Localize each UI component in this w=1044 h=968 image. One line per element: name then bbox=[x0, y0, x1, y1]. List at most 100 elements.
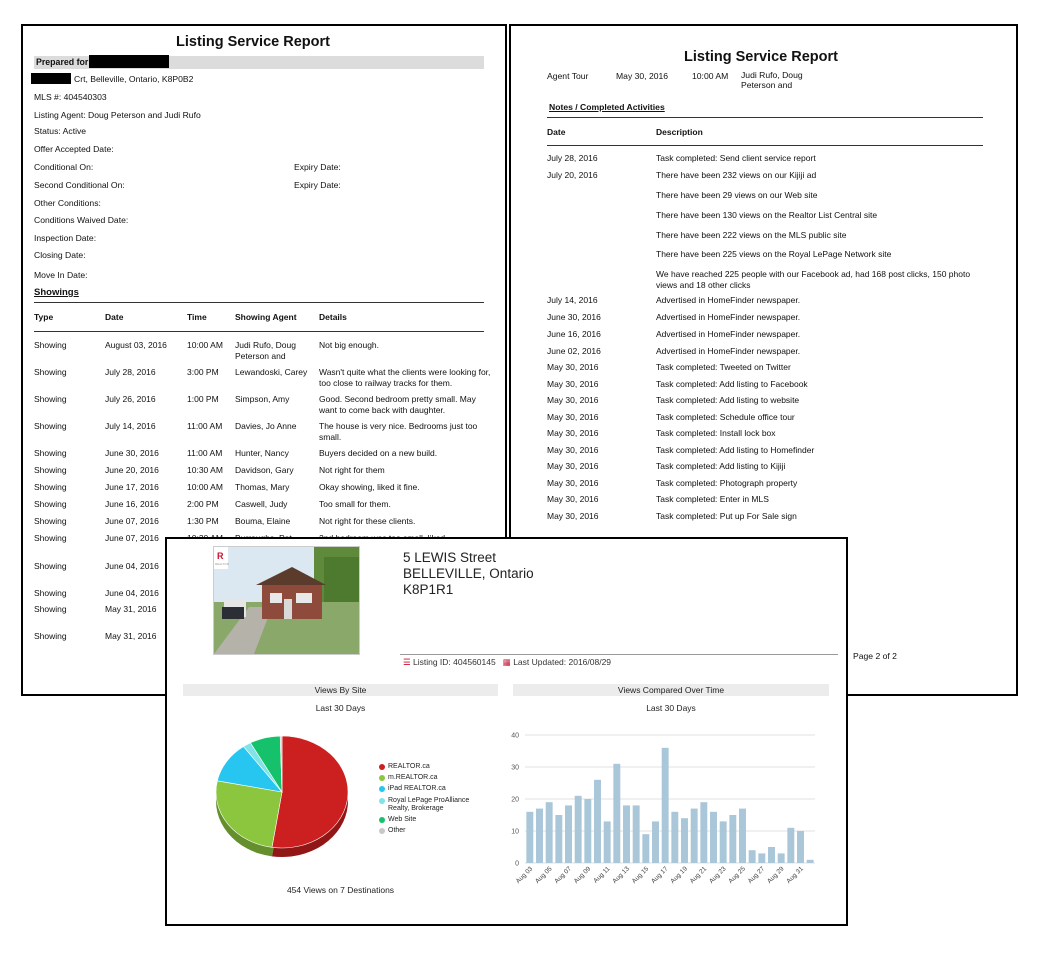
listing-agent: Listing Agent: Doug Peterson and Judi Ru… bbox=[34, 110, 201, 120]
cell-date: June 02, 2016 bbox=[547, 346, 601, 356]
cell-date: July 26, 2016 bbox=[105, 394, 156, 404]
property-photo: R REALTOR bbox=[213, 546, 360, 655]
legend-label: iPad REALTOR.ca bbox=[388, 785, 446, 792]
x-tick-label: Aug 21 bbox=[689, 865, 709, 885]
chart-footer: 454 Views on 7 Destinations bbox=[286, 885, 395, 895]
bar bbox=[613, 763, 621, 863]
redaction-bar bbox=[89, 55, 169, 68]
cell-agent: Hunter, Nancy bbox=[235, 448, 289, 458]
cell-date: May 30, 2016 bbox=[547, 412, 599, 422]
cell-type: Showing bbox=[34, 499, 67, 509]
x-tick-label: Aug 27 bbox=[747, 865, 767, 885]
bar bbox=[536, 808, 543, 863]
bar bbox=[748, 850, 756, 863]
legend-label: Royal LePage ProAlliance Realty, Brokera… bbox=[388, 797, 470, 812]
cell-date: June 07, 2016 bbox=[105, 533, 159, 543]
bar bbox=[787, 827, 795, 863]
listing-postal: K8P1R1 bbox=[403, 582, 454, 597]
cell-details: Wasn't quite what the clients were looki… bbox=[319, 367, 491, 388]
bar bbox=[584, 799, 592, 863]
bar bbox=[642, 834, 650, 863]
x-tick-label: Aug 11 bbox=[592, 865, 611, 884]
cell-description: There have been 225 views on the Royal L… bbox=[656, 249, 892, 259]
cell-date: August 03, 2016 bbox=[105, 340, 167, 350]
listing-street: 5 LEWIS Street bbox=[403, 550, 497, 565]
legend-item: Web Site bbox=[379, 816, 478, 824]
bar bbox=[555, 815, 563, 863]
cell-type: Showing bbox=[34, 448, 67, 458]
cell-date: June 04, 2016 bbox=[105, 561, 159, 571]
chart-title: Views By Site bbox=[183, 684, 498, 696]
cell-date: June 20, 2016 bbox=[105, 465, 159, 475]
legend-swatch bbox=[379, 764, 385, 770]
cell-type: Showing bbox=[34, 394, 67, 404]
cell-description: Task completed: Install lock box bbox=[656, 428, 776, 438]
legend-item: Royal LePage ProAlliance Realty, Brokera… bbox=[379, 797, 478, 813]
listing-summary-page: R REALTOR 5 LEWIS Street BELLEVILLE, Ont… bbox=[165, 537, 848, 926]
cell-date: June 04, 2016 bbox=[105, 588, 159, 598]
legend-swatch bbox=[379, 786, 385, 792]
report-title: Listing Service Report bbox=[684, 49, 838, 65]
cell-date: June 17, 2016 bbox=[105, 482, 159, 492]
cell-description: Task completed: Photograph property bbox=[656, 478, 798, 488]
x-tick-label: Aug 09 bbox=[573, 865, 593, 885]
x-tick-label: Aug 13 bbox=[611, 865, 631, 885]
bar bbox=[777, 853, 785, 863]
realtor-logo: REALTOR bbox=[215, 562, 229, 566]
cell-description: Task completed: Tweeted on Twitter bbox=[656, 362, 791, 372]
listing-id: Listing ID: 404560145 bbox=[413, 657, 496, 667]
y-tick-label: 40 bbox=[511, 733, 519, 740]
cell-type: Showing bbox=[34, 367, 67, 377]
cell-date: May 31, 2016 bbox=[105, 604, 157, 614]
agent-tour-label: Agent Tour bbox=[547, 71, 589, 81]
list-icon: ☰ bbox=[403, 657, 411, 667]
bar bbox=[690, 808, 698, 863]
page-number: Page 2 of 2 bbox=[853, 651, 897, 661]
bar bbox=[768, 847, 775, 863]
cell-time: 11:00 AM bbox=[187, 448, 223, 458]
cell-date: July 20, 2016 bbox=[547, 170, 598, 180]
bar bbox=[603, 821, 611, 863]
x-tick-label: Aug 31 bbox=[785, 865, 805, 885]
column-header: Description bbox=[656, 127, 703, 137]
legend-swatch bbox=[379, 775, 385, 781]
bar bbox=[632, 805, 640, 863]
bar bbox=[623, 805, 630, 863]
cell-date: July 14, 2016 bbox=[105, 421, 156, 431]
views-over-time-bar: 010203040Aug 03 Aug 05 Aug 07 Aug 09 Aug 11 A… bbox=[511, 733, 815, 885]
cell-date: May 30, 2016 bbox=[547, 445, 599, 455]
legend-swatch bbox=[379, 828, 385, 834]
bar bbox=[661, 747, 669, 863]
cell-agent: Caswell, Judy bbox=[235, 499, 288, 509]
bar bbox=[700, 802, 708, 863]
legend-label: Other bbox=[388, 827, 406, 834]
bar bbox=[671, 811, 679, 863]
cell-description: Advertised in HomeFinder newspaper. bbox=[656, 346, 801, 356]
cell-description: Task completed: Put up For Sale sign bbox=[656, 511, 797, 521]
cell-description: Advertised in HomeFinder newspaper. bbox=[656, 329, 801, 339]
bar bbox=[565, 805, 572, 863]
cell-description: Advertised in HomeFinder newspaper. bbox=[656, 312, 801, 322]
pie-slice bbox=[215, 780, 283, 848]
divider bbox=[547, 117, 983, 118]
chart-title: Views Compared Over Time bbox=[513, 684, 829, 696]
chart-subtitle: Last 30 Days bbox=[646, 703, 696, 713]
divider bbox=[547, 145, 983, 146]
cell-time: 1:00 PM bbox=[187, 394, 219, 404]
legend-label: Web Site bbox=[388, 816, 417, 823]
x-tick-label: Aug 29 bbox=[766, 865, 786, 885]
legend-item: m.REALTOR.ca bbox=[379, 774, 478, 782]
bar bbox=[719, 821, 727, 863]
last-updated: Last Updated: 2016/08/29 bbox=[513, 657, 612, 667]
bar bbox=[806, 859, 814, 863]
listing-meta: ☰ Listing ID: 404560145 ▦ Last Updated: … bbox=[403, 657, 611, 668]
bar bbox=[797, 831, 804, 863]
cell-type: Showing bbox=[34, 340, 67, 350]
cell-date: July 28, 2016 bbox=[105, 367, 156, 377]
bar bbox=[652, 821, 659, 863]
cell-agent: Davidson, Gary bbox=[235, 465, 294, 475]
bar bbox=[526, 811, 534, 863]
legend-swatch bbox=[379, 798, 385, 804]
move-in-date: Move In Date: bbox=[34, 270, 88, 280]
cell-details: The house is very nice. Bedrooms just to… bbox=[319, 421, 478, 442]
